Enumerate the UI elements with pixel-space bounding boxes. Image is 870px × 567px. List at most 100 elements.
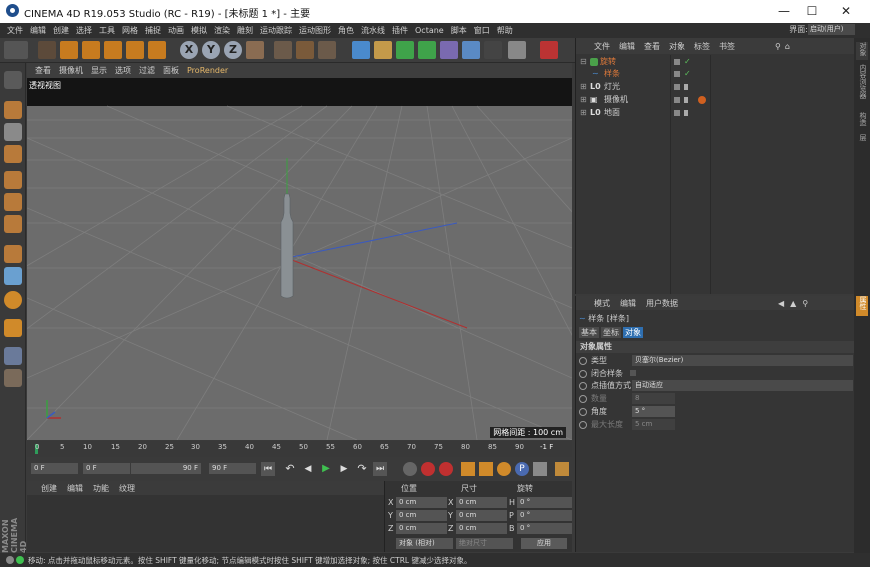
select-arrow-icon[interactable] [38,41,56,59]
subdivision-icon[interactable] [396,41,414,59]
object-row-camera[interactable]: ⊞ ▣ 摄像机 [576,94,855,106]
record-icon[interactable] [421,462,435,476]
object-row-light[interactable]: ⊞ L0 灯光 [576,81,855,93]
x-axis-icon[interactable]: X [180,41,198,59]
size-y-field[interactable]: 0 cm [456,510,507,521]
attr-search-icon[interactable]: ⚲ [802,299,808,308]
key-move-icon[interactable] [461,462,475,476]
position-x-field[interactable]: 0 cm [396,497,447,508]
enabled-check-icon[interactable]: ✓ [684,68,691,80]
enabled-check-icon[interactable]: ✓ [684,56,691,68]
enabled-icon[interactable] [684,84,688,90]
array-icon[interactable] [418,41,436,59]
menu-mesh[interactable]: 网格 [122,25,138,36]
make-editable-icon[interactable] [4,71,22,89]
lock-workplane-icon[interactable] [4,369,22,387]
menu-window[interactable]: 窗口 [474,25,490,36]
play-icon[interactable]: ▶ [319,462,333,476]
key-rotate-icon[interactable] [497,462,511,476]
object-row-lathe[interactable]: ⊟ 旋转 ✓ [576,56,855,68]
position-y-field[interactable]: 0 cm [396,510,447,521]
next-keyframe-icon[interactable]: ↷ [355,462,369,476]
next-frame-icon[interactable]: ▶ [337,462,351,476]
mat-menu-function[interactable]: 功能 [93,483,109,494]
deformer-icon[interactable] [440,41,458,59]
max-length-field[interactable]: 5 cm [632,419,675,430]
menu-plugins[interactable]: 插件 [392,25,408,36]
minimize-button[interactable]: — [770,2,798,20]
vp-menu-camera[interactable]: 摄像机 [59,65,83,76]
octane-live-viewer-icon[interactable] [540,41,558,59]
visibility-icon[interactable] [674,71,680,77]
obj-home-icon[interactable]: ⌂ [785,42,790,51]
obj-menu-object[interactable]: 对象 [669,41,685,52]
obj-menu-edit[interactable]: 编辑 [619,41,635,52]
camera-icon[interactable] [484,41,502,59]
cube-icon[interactable] [352,41,370,59]
rotation-h-field[interactable]: 0 ° [517,497,572,508]
attr-tab-coord[interactable]: 坐标 [601,327,621,338]
apply-button[interactable]: 应用 [521,538,567,549]
menu-motion-tracker[interactable]: 运动跟踪 [260,25,292,36]
key-scale-icon[interactable] [479,462,493,476]
visibility-icon[interactable] [674,110,680,116]
menu-render[interactable]: 渲染 [214,25,230,36]
menu-octane[interactable]: Octane [415,26,444,35]
menu-animate[interactable]: 动画 [168,25,184,36]
render-settings-icon[interactable] [318,41,336,59]
visibility-icon[interactable] [674,59,680,65]
right-tab-structure[interactable]: 构造 [856,112,868,130]
texture-mode-icon[interactable] [4,123,22,141]
vp-menu-prorender[interactable]: ProRender [187,66,228,75]
enabled-icon[interactable] [684,110,688,116]
right-tab-layers[interactable]: 层 [856,134,868,148]
size-x-field[interactable]: 0 cm [456,497,507,508]
close-spline-checkbox[interactable] [629,370,636,376]
attr-back-icon[interactable]: ◀ [778,299,784,308]
snap-icon[interactable] [4,291,22,309]
move-icon[interactable] [82,41,100,59]
key-pla-icon[interactable] [533,462,547,476]
render-picture-viewer-icon[interactable] [296,41,314,59]
timeline-window-icon[interactable] [555,462,569,476]
edges-mode-icon[interactable] [4,193,22,211]
object-row-spline[interactable]: ∼ 样条 ✓ [576,68,855,80]
obj-menu-tags[interactable]: 标签 [694,41,710,52]
menu-simulate[interactable]: 模拟 [191,25,207,36]
rotate-icon[interactable] [126,41,144,59]
min-frame-field[interactable]: 0 F [83,463,130,474]
visibility-icon[interactable] [674,84,680,90]
menu-mograph[interactable]: 运动图形 [299,25,331,36]
rotation-b-field[interactable]: 0 ° [517,523,572,534]
perspective-viewport[interactable]: 透视视图 网格间距 : 100 cm [27,78,572,440]
rotation-p-field[interactable]: 0 ° [517,510,572,521]
attr-menu-userdata[interactable]: 用户数据 [646,298,678,309]
angle-field[interactable]: 5 ° [632,406,675,417]
attr-menu-mode[interactable]: 模式 [594,298,610,309]
attr-tab-basic[interactable]: 基本 [579,327,599,338]
maximize-button[interactable]: ☐ [798,2,826,20]
axis-mode-icon[interactable] [4,245,22,263]
mat-menu-texture[interactable]: 纹理 [119,483,135,494]
menu-create[interactable]: 创建 [53,25,69,36]
workplane-icon[interactable] [4,145,22,163]
menu-character[interactable]: 角色 [338,25,354,36]
coord-size-select[interactable]: 绝对尺寸 [456,538,513,549]
start-frame-field[interactable]: 0 F [31,463,78,474]
prev-frame-icon[interactable]: ◀ [301,462,315,476]
y-axis-icon[interactable]: Y [202,41,220,59]
floor-icon[interactable] [462,41,480,59]
render-view-icon[interactable] [274,41,292,59]
light-icon[interactable] [508,41,526,59]
visibility-icon[interactable] [674,97,680,103]
coord-mode-select[interactable]: 对象 (相对) [396,538,453,549]
z-axis-icon[interactable]: Z [224,41,242,59]
polygons-mode-icon[interactable] [4,215,22,233]
live-selection-icon[interactable] [60,41,78,59]
object-row-floor[interactable]: ⊞ L0 地面 [576,107,855,119]
end-frame-field[interactable]: 90 F [209,463,256,474]
menu-sculpt[interactable]: 雕刻 [237,25,253,36]
obj-search-icon[interactable]: ⚲ [775,42,781,51]
autokey-icon[interactable] [439,462,453,476]
menu-help[interactable]: 帮助 [497,25,513,36]
